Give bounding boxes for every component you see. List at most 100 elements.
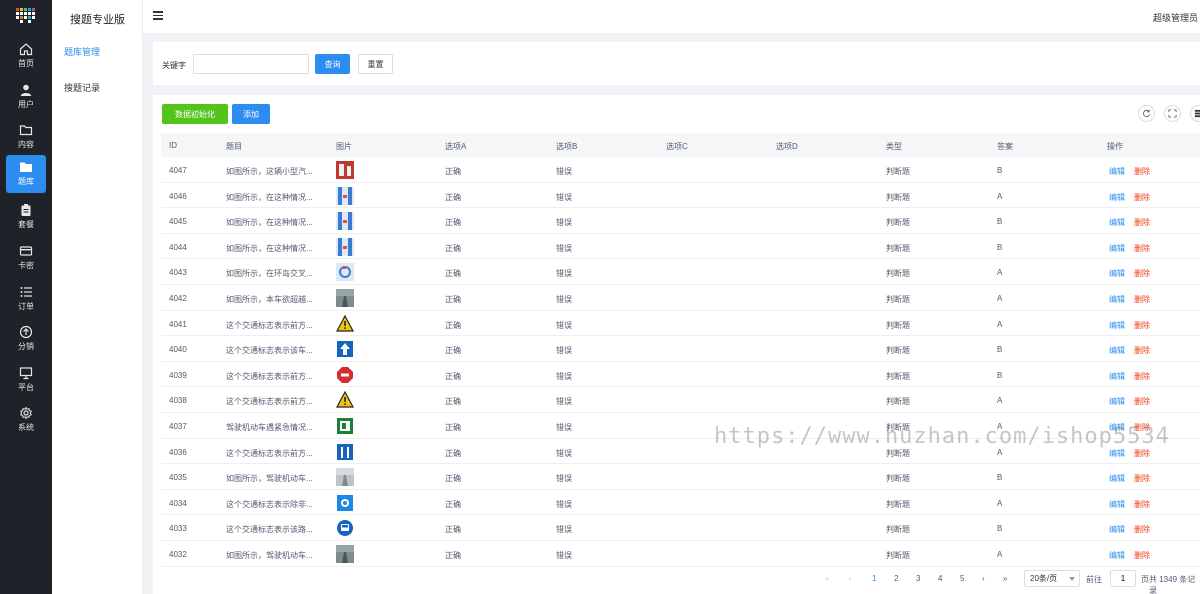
page-5-button[interactable]: 5 [960, 574, 964, 583]
pagination: « ‹ 1 2 3 4 5 › » 20条/页 前往 页 共 1349 条记录 [153, 567, 1200, 594]
delete-link[interactable]: 删除 [1134, 345, 1150, 356]
page-size-select[interactable]: 20条/页 [1024, 570, 1080, 587]
question-thumbnail[interactable] [336, 545, 354, 563]
first-page-button[interactable]: « [825, 574, 829, 583]
delete-link[interactable]: 删除 [1134, 268, 1150, 279]
delete-link[interactable]: 删除 [1134, 550, 1150, 561]
page-4-button[interactable]: 4 [938, 574, 942, 583]
sub-menu: 搜题专业版 题库管理 搜题记录 [52, 0, 143, 594]
edit-link[interactable]: 编辑 [1109, 371, 1125, 382]
rail-item-1[interactable]: 首页 [6, 37, 46, 75]
edit-link[interactable]: 编辑 [1109, 166, 1125, 177]
cell-option-b: 错误 [556, 346, 572, 356]
user-name[interactable]: 超级管理员 [1153, 11, 1198, 24]
refresh-icon[interactable] [1138, 105, 1155, 122]
delete-link[interactable]: 删除 [1134, 243, 1150, 254]
delete-link[interactable]: 删除 [1134, 320, 1150, 331]
cell-type: 判断题 [886, 474, 910, 484]
question-thumbnail[interactable] [336, 417, 354, 435]
page-1-button[interactable]: 1 [872, 574, 876, 583]
question-thumbnail[interactable] [336, 443, 354, 461]
edit-link[interactable]: 编辑 [1109, 268, 1125, 279]
rail-item-9[interactable]: 平台 [6, 361, 46, 399]
cell-id: 4040 [169, 345, 187, 355]
cell-id: 4033 [169, 524, 187, 534]
delete-link[interactable]: 删除 [1134, 192, 1150, 203]
edit-link[interactable]: 编辑 [1109, 243, 1125, 254]
question-thumbnail[interactable] [336, 391, 354, 409]
reset-button[interactable]: 重置 [358, 54, 393, 74]
edit-link[interactable]: 编辑 [1109, 320, 1125, 331]
cell-id: 4044 [169, 242, 187, 252]
query-button[interactable]: 查询 [315, 54, 350, 74]
edit-link[interactable]: 编辑 [1109, 550, 1125, 561]
page-2-button[interactable]: 2 [894, 574, 898, 583]
delete-link[interactable]: 删除 [1134, 499, 1150, 510]
table-row: 4033 这个交通标志表示该路... 正确 错误 判断题 B 编辑 删除 [161, 515, 1200, 541]
init-data-button[interactable]: 数据初始化 [162, 104, 228, 124]
page-3-button[interactable]: 3 [916, 574, 920, 583]
question-thumbnail[interactable] [336, 468, 354, 487]
delete-link[interactable]: 删除 [1134, 371, 1150, 382]
rail-item-5[interactable]: 套餐 [6, 198, 46, 236]
question-thumbnail[interactable] [336, 314, 354, 333]
gear-icon [19, 406, 33, 420]
next-page-button[interactable]: › [982, 574, 985, 583]
edit-link[interactable]: 编辑 [1109, 473, 1125, 484]
add-button[interactable]: 添加 [232, 104, 270, 124]
delete-link[interactable]: 删除 [1134, 473, 1150, 484]
edit-link[interactable]: 编辑 [1109, 422, 1125, 433]
rail-item-2[interactable]: 用户 [6, 78, 46, 116]
question-thumbnail[interactable] [336, 161, 354, 179]
question-thumbnail[interactable] [336, 366, 354, 384]
last-page-button[interactable]: » [1003, 574, 1007, 583]
rail-item-6[interactable]: 卡密 [6, 239, 46, 277]
question-thumbnail[interactable] [336, 519, 354, 537]
menu-toggle-icon[interactable] [153, 11, 163, 20]
columns-icon[interactable] [1190, 105, 1200, 122]
edit-link[interactable]: 编辑 [1109, 294, 1125, 305]
edit-link[interactable]: 编辑 [1109, 192, 1125, 203]
question-thumbnail[interactable] [336, 186, 354, 205]
question-thumbnail[interactable] [336, 212, 354, 231]
rail-item-3[interactable]: 内容 [6, 118, 46, 156]
delete-link[interactable]: 删除 [1134, 524, 1150, 535]
menu-item-search-records[interactable]: 搜题记录 [64, 81, 100, 94]
question-thumbnail[interactable] [336, 340, 354, 358]
top-header: 超级管理员 [143, 0, 1200, 33]
icon-rail: 首页 用户 内容 题库套餐 卡密 订单 分销 平台 系统 [0, 0, 52, 594]
cell-option-b: 错误 [556, 499, 572, 509]
rail-item-4[interactable]: 题库 [6, 155, 46, 193]
edit-link[interactable]: 编辑 [1109, 345, 1125, 356]
cell-option-b: 错误 [556, 243, 572, 253]
edit-link[interactable]: 编辑 [1109, 217, 1125, 228]
cell-answer: A [997, 550, 1003, 559]
edit-link[interactable]: 编辑 [1109, 499, 1125, 510]
cell-option-a: 正确 [445, 295, 461, 304]
cell-option-b: 错误 [556, 525, 572, 535]
edit-link[interactable]: 编辑 [1109, 396, 1125, 407]
question-thumbnail[interactable] [336, 289, 354, 307]
cell-type: 判断题 [886, 243, 910, 253]
delete-link[interactable]: 删除 [1134, 422, 1150, 433]
keyword-input[interactable] [193, 54, 309, 74]
delete-link[interactable]: 删除 [1134, 294, 1150, 305]
edit-link[interactable]: 编辑 [1109, 524, 1125, 535]
delete-link[interactable]: 删除 [1134, 396, 1150, 407]
question-thumbnail[interactable] [336, 494, 354, 512]
delete-link[interactable]: 删除 [1134, 166, 1150, 177]
question-thumbnail[interactable] [336, 263, 354, 282]
question-thumbnail[interactable] [336, 237, 354, 256]
rail-item-8[interactable]: 分销 [6, 320, 46, 358]
delete-link[interactable]: 删除 [1134, 217, 1150, 228]
goto-page-input[interactable] [1110, 570, 1136, 587]
fullscreen-icon[interactable] [1164, 105, 1181, 122]
rail-item-10[interactable]: 系统 [6, 401, 46, 439]
delete-link[interactable]: 删除 [1134, 448, 1150, 459]
rail-item-7[interactable]: 订单 [6, 280, 46, 318]
table-row: 4037 驾驶机动车遇紧急情况... 正确 错误 判断题 A 编辑 删除 [161, 413, 1200, 439]
menu-item-question-bank[interactable]: 题库管理 [64, 45, 100, 58]
cell-answer: A [997, 447, 1003, 457]
prev-page-button[interactable]: ‹ [849, 574, 852, 583]
edit-link[interactable]: 编辑 [1109, 448, 1125, 459]
